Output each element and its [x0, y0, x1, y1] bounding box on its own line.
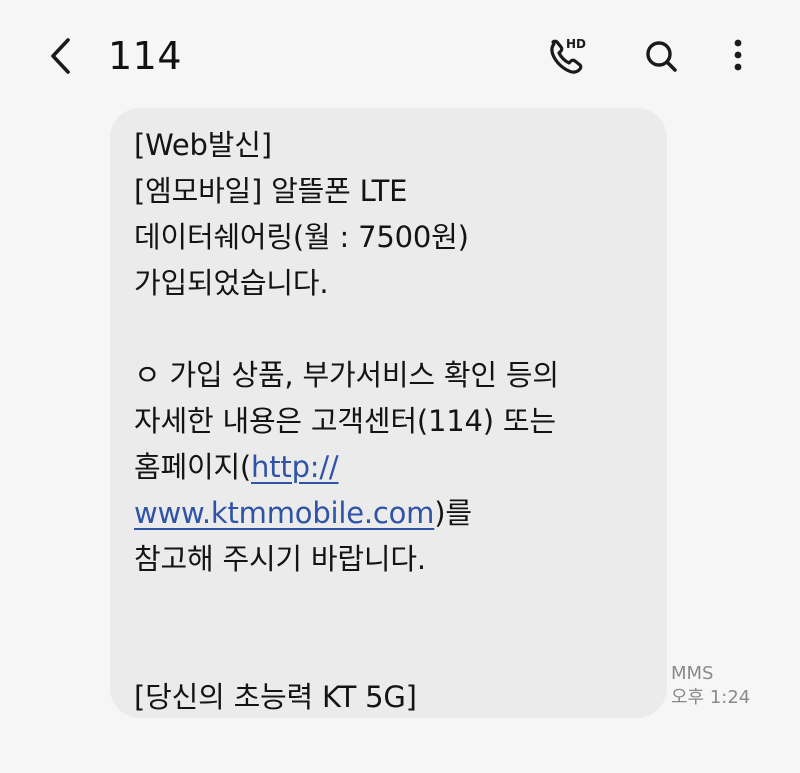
chevron-left-icon: [51, 38, 70, 74]
message-line: [134, 628, 649, 674]
message-line: [134, 582, 649, 628]
more-vertical-icon: [734, 39, 742, 71]
message-timestamp: 오후 1:24: [671, 687, 751, 708]
search-icon: [646, 41, 677, 72]
message-line: [134, 306, 649, 352]
search-button[interactable]: [640, 34, 684, 78]
back-button[interactable]: [40, 34, 84, 78]
message-line: 자세한 내용은 고객센터(114) 또는: [134, 404, 556, 438]
message-line: 가입되었습니다.: [134, 266, 329, 300]
message-line: [당신의 초능력 KT 5G]: [134, 680, 417, 714]
message-line: ㅇ 가입 상품, 부가서비스 확인 등의: [134, 358, 559, 392]
message-line: 데이터쉐어링(월 : 7500원): [134, 220, 469, 254]
message-line-with-link: www.ktmmobile.com)를: [134, 490, 649, 536]
hd-voice-call-icon: HD: [550, 37, 586, 74]
message-text: 홈페이지(: [134, 450, 252, 484]
message-type-label: MMS: [671, 663, 714, 684]
message-line: [Web발신]: [134, 128, 272, 162]
more-options-button[interactable]: [718, 34, 758, 78]
homepage-link[interactable]: www.ktmmobile.com: [134, 496, 434, 530]
contact-title: 114: [108, 34, 183, 78]
conversation-header: 114 HD: [0, 0, 800, 110]
message-line: [엠모바일] 알뜰폰 LTE: [134, 174, 408, 208]
hd-call-button[interactable]: HD: [545, 34, 593, 78]
message-line-with-link: 홈페이지(http://: [134, 444, 649, 490]
homepage-link[interactable]: http://: [251, 450, 339, 484]
message-meta: MMS 오후 1:24: [671, 662, 750, 710]
message-text: )를: [434, 496, 472, 530]
message-bubble[interactable]: [Web발신] [엠모바일] 알뜰폰 LTE 데이터쉐어링(월 : 7500원)…: [110, 108, 667, 718]
message-line: 참고해 주시기 바랍니다.: [134, 542, 426, 576]
hd-badge: HD: [566, 37, 586, 51]
